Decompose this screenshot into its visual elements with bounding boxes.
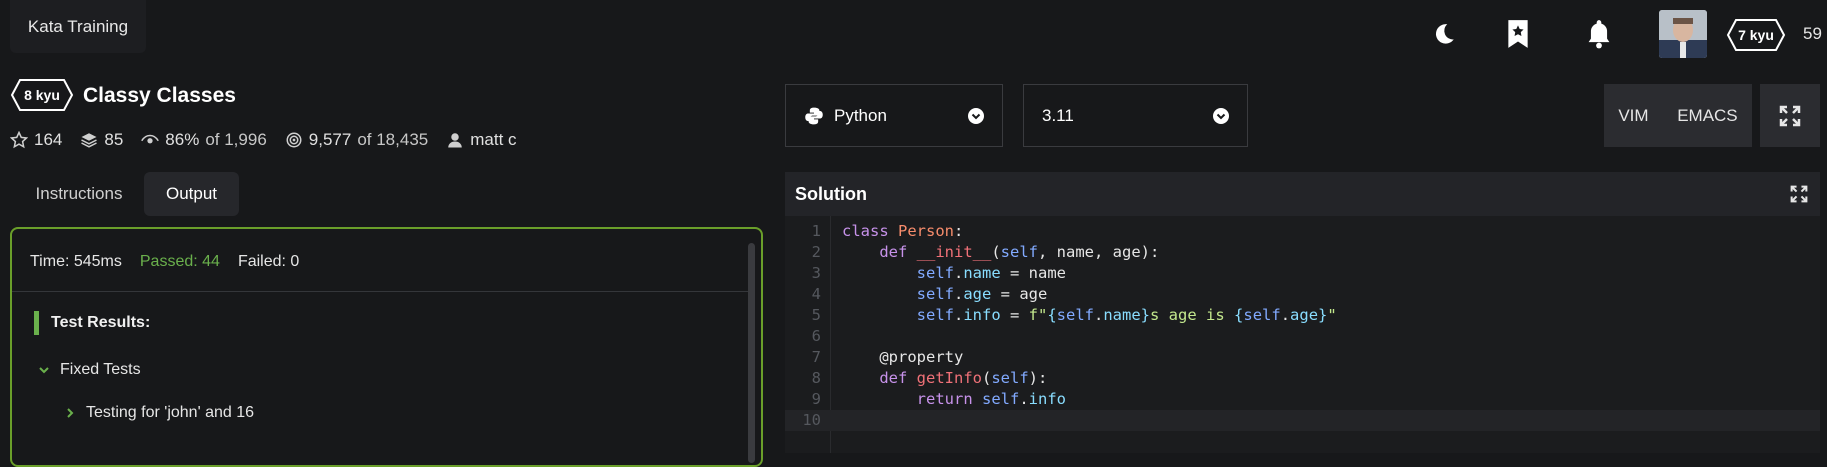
line-number: 5 bbox=[811, 306, 821, 324]
kata-training-menu[interactable]: Kata Training bbox=[10, 0, 146, 53]
line-number: 3 bbox=[811, 264, 821, 282]
output-scrollbar[interactable] bbox=[748, 243, 755, 463]
satisfaction-rate: 86% bbox=[165, 130, 200, 149]
output-panel: Time: 545ms Passed: 44 Failed: 0 Test Re… bbox=[10, 227, 763, 467]
line-number: 4 bbox=[811, 285, 821, 303]
editor-mode-toggle: VIM EMACS bbox=[1604, 84, 1752, 147]
chevron-down-icon bbox=[1213, 107, 1229, 124]
test-results-label: Test Results: bbox=[51, 314, 151, 331]
user-rank-label: 7 kyu bbox=[1738, 27, 1774, 43]
code-line: 1 class Person: bbox=[785, 221, 1820, 242]
version-value: 3.11 bbox=[1042, 105, 1074, 125]
completed-count: 9,577 bbox=[308, 130, 352, 149]
avatar[interactable] bbox=[1659, 10, 1707, 58]
fixed-tests-group[interactable]: Fixed Tests bbox=[38, 361, 141, 379]
code-editor[interactable]: 1 class Person: 2 def __init__(self, name… bbox=[785, 216, 1820, 453]
attempted-count: of 18,435 bbox=[357, 130, 429, 149]
honor-count: 59 bbox=[1803, 24, 1822, 43]
line-number: 10 bbox=[802, 411, 821, 429]
chevron-right-icon bbox=[67, 408, 74, 418]
test-case-label: Testing for 'john' and 16 bbox=[86, 404, 254, 421]
code-line: 7 @property bbox=[785, 347, 1820, 368]
line-number: 8 bbox=[811, 369, 821, 387]
language-value: Python bbox=[834, 105, 887, 125]
emacs-mode-button[interactable]: EMACS bbox=[1677, 106, 1737, 126]
chevron-down-icon bbox=[968, 107, 984, 124]
layers-icon bbox=[81, 133, 98, 148]
collections-stat[interactable]: 85 bbox=[80, 130, 123, 150]
passed-count: Passed: 44 bbox=[139, 253, 220, 270]
eye-icon bbox=[141, 134, 160, 144]
output-divider bbox=[12, 291, 749, 292]
tab-output[interactable]: Output bbox=[144, 172, 239, 216]
solution-header: Solution bbox=[785, 172, 1820, 216]
line-number: 7 bbox=[811, 348, 821, 366]
solution-title: Solution bbox=[795, 183, 867, 204]
kata-title: Classy Classes bbox=[83, 84, 236, 107]
line-number: 1 bbox=[811, 222, 821, 240]
code-line: 5 self.info = f"{self.name}s age is {sel… bbox=[785, 305, 1820, 326]
vim-mode-button[interactable]: VIM bbox=[1618, 106, 1648, 126]
expand-icon[interactable] bbox=[1790, 185, 1808, 203]
user-rank-badge[interactable]: 7 kyu bbox=[1726, 18, 1786, 52]
output-summary: Time: 545ms Passed: 44 Failed: 0 bbox=[30, 253, 299, 271]
bell-icon[interactable] bbox=[1581, 16, 1617, 52]
version-select[interactable]: 3.11 bbox=[1023, 84, 1248, 147]
kata-stats: 164 85 86% of 1,996 9,577 of 18,435 matt… bbox=[10, 130, 517, 150]
line-number: 9 bbox=[811, 390, 821, 408]
tab-instructions[interactable]: Instructions bbox=[14, 172, 144, 216]
test-results-heading: Test Results: bbox=[34, 311, 150, 335]
chevron-down-icon bbox=[39, 367, 49, 374]
satisfaction-votes: of 1,996 bbox=[205, 130, 267, 149]
author-stat[interactable]: matt c bbox=[446, 130, 517, 150]
run-time: Time: 545ms bbox=[30, 253, 122, 270]
code-line: 9 return self.info bbox=[785, 389, 1820, 410]
code-line-active[interactable]: 10 bbox=[785, 410, 1820, 431]
code-line: 4 self.age = age bbox=[785, 284, 1820, 305]
target-icon bbox=[286, 132, 302, 148]
line-number: 6 bbox=[811, 327, 821, 345]
star-icon bbox=[10, 131, 28, 149]
test-case-item[interactable]: Testing for 'john' and 16 bbox=[64, 404, 254, 422]
fullscreen-icon bbox=[1779, 105, 1801, 126]
language-select[interactable]: Python bbox=[785, 84, 1003, 147]
satisfaction-stat: 86% of 1,996 bbox=[141, 130, 267, 150]
results-accent-bar bbox=[34, 311, 39, 335]
code-line: 2 def __init__(self, name, age): bbox=[785, 242, 1820, 263]
kata-rank-badge: 8 kyu bbox=[10, 78, 74, 112]
code-line: 6 bbox=[785, 326, 1820, 347]
python-icon bbox=[805, 107, 823, 124]
failed-count: Failed: 0 bbox=[237, 253, 300, 270]
kata-rank-label: 8 kyu bbox=[24, 87, 60, 103]
author-name: matt c bbox=[470, 130, 517, 149]
collections-count: 85 bbox=[104, 130, 124, 149]
moon-icon[interactable] bbox=[1426, 16, 1462, 52]
code-line: 8 def getInfo(self): bbox=[785, 368, 1820, 389]
fixed-tests-label: Fixed Tests bbox=[60, 361, 141, 378]
stars-count: 164 bbox=[34, 130, 63, 149]
completed-stat: 9,577 of 18,435 bbox=[285, 130, 428, 150]
line-number: 2 bbox=[811, 243, 821, 261]
stars-stat[interactable]: 164 bbox=[10, 130, 62, 150]
bookmark-star-icon[interactable] bbox=[1500, 16, 1536, 52]
code-line: 3 self.name = name bbox=[785, 263, 1820, 284]
fullscreen-button[interactable] bbox=[1760, 84, 1820, 147]
user-icon bbox=[448, 133, 462, 148]
